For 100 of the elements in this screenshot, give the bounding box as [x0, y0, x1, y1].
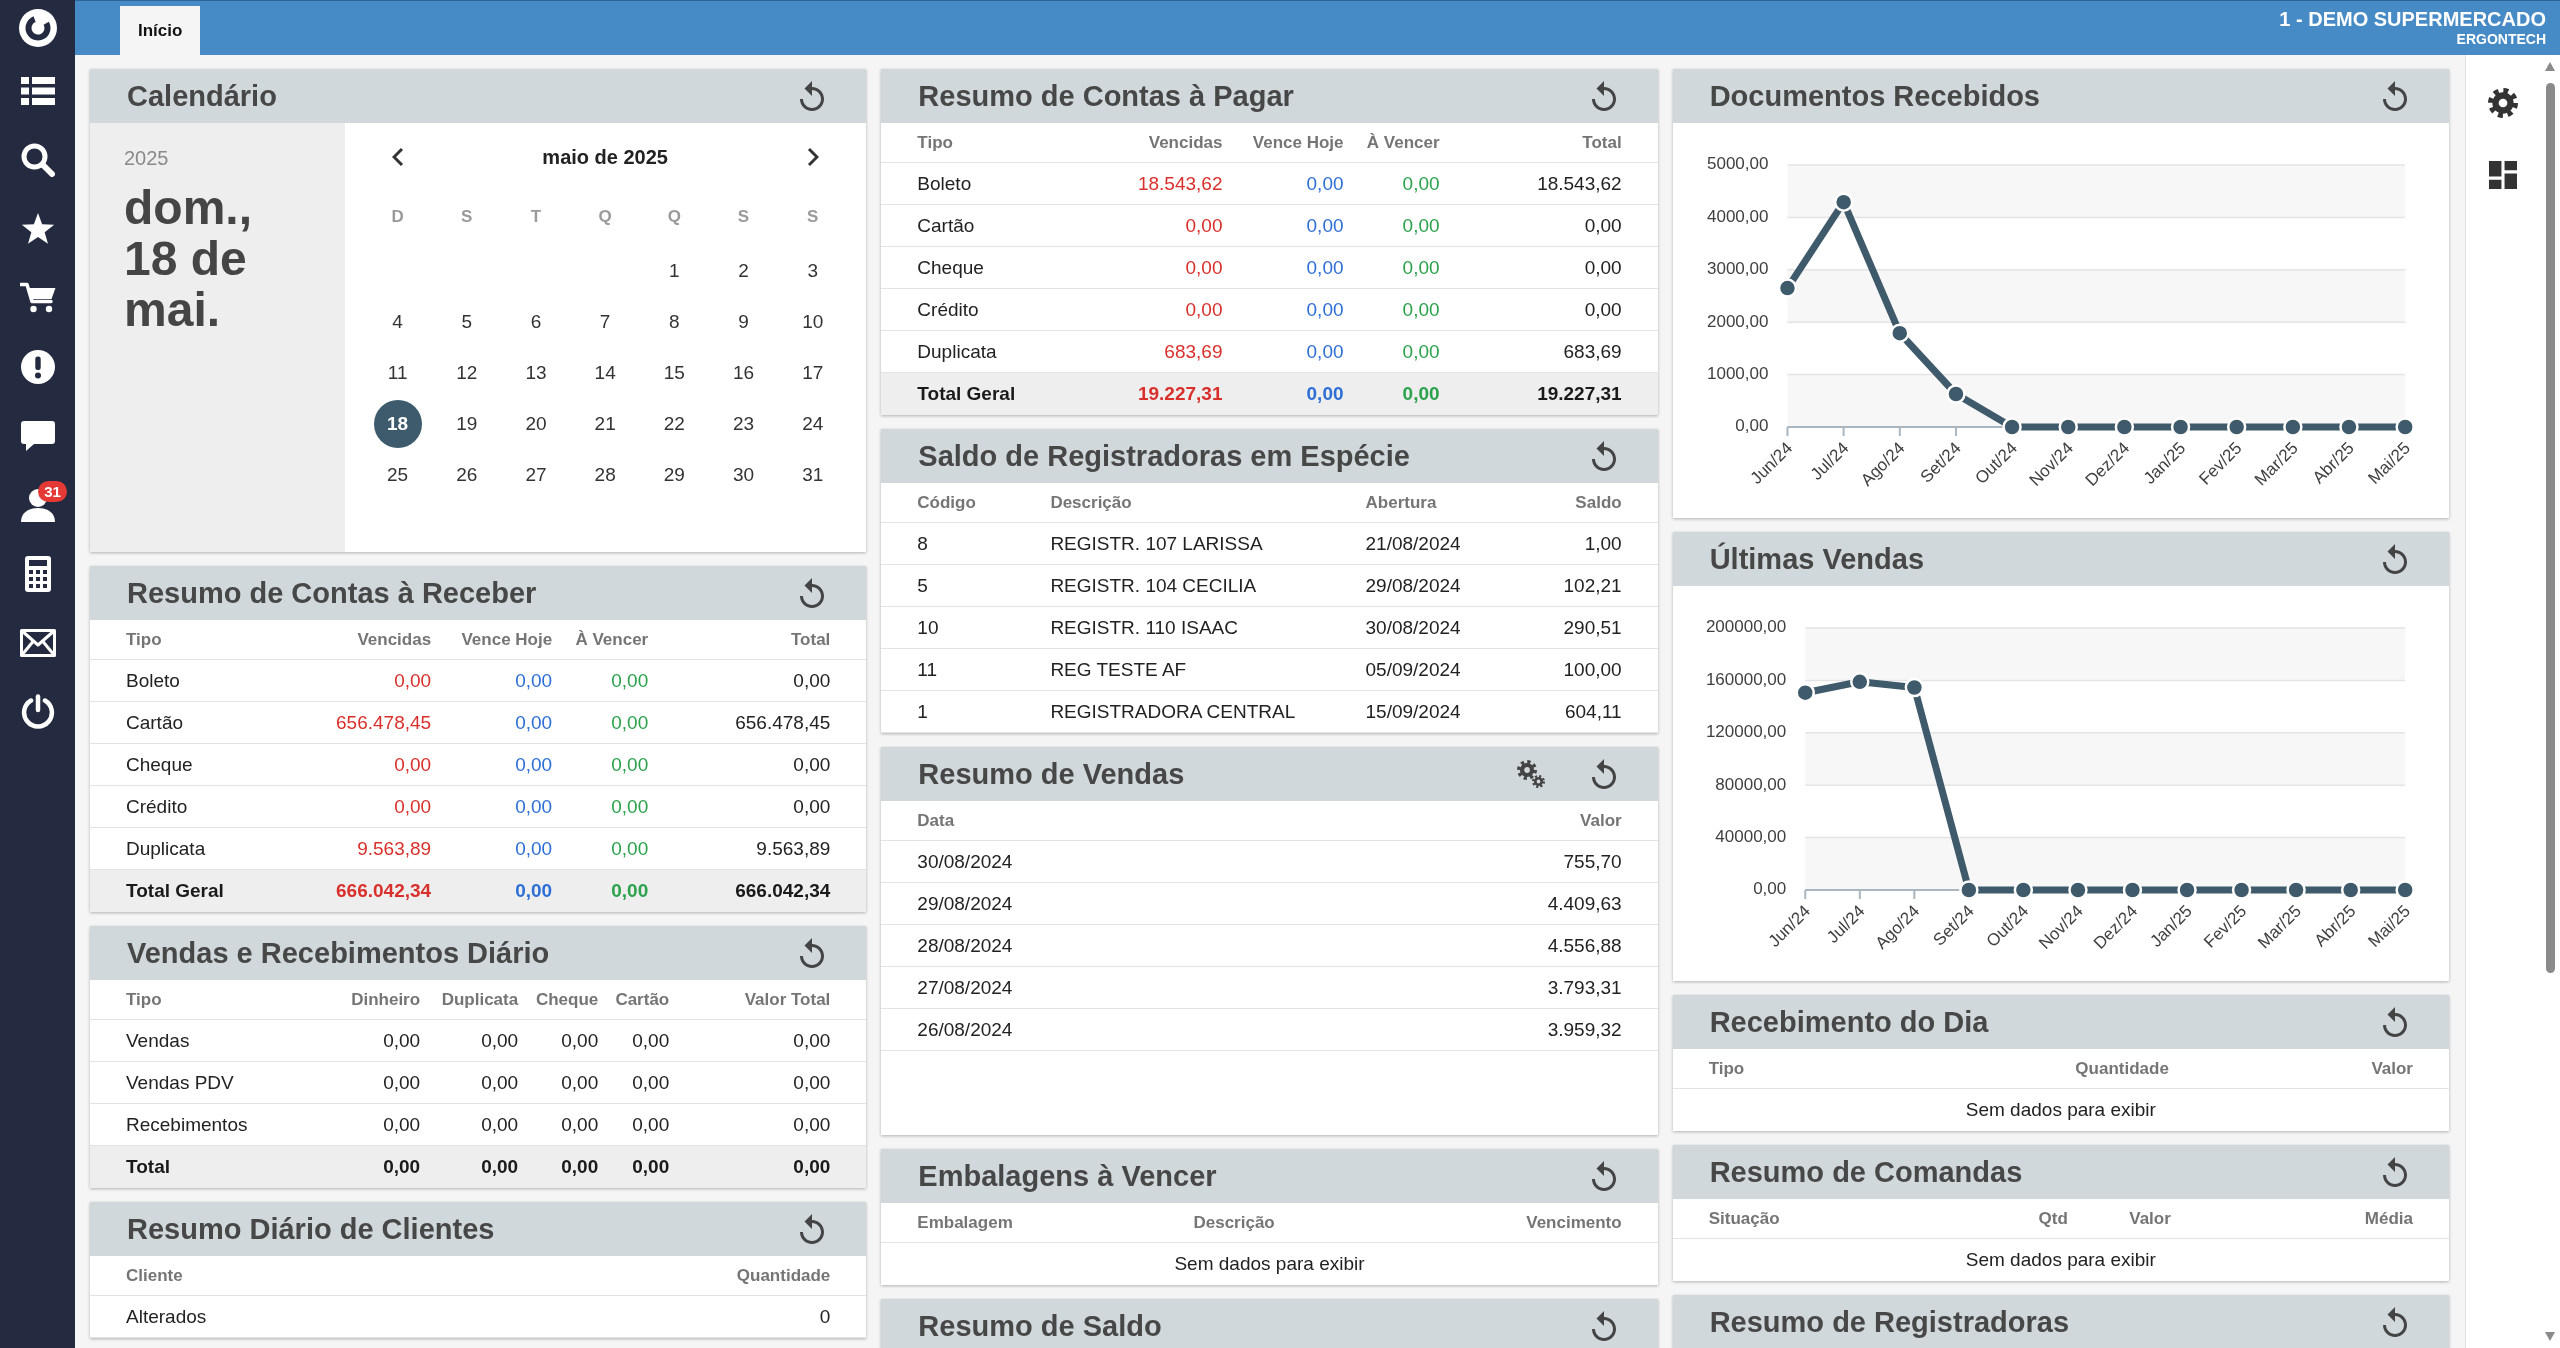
- table-cell: 0,00: [793, 669, 831, 692]
- column-header: Valor Total: [744, 989, 831, 1010]
- table-cell: 0,00: [515, 837, 553, 860]
- table-cell: 102,21: [1563, 574, 1622, 597]
- mail-icon[interactable]: [19, 628, 56, 657]
- calculator-icon[interactable]: [24, 555, 51, 592]
- calendar-day[interactable]: 10: [788, 297, 837, 346]
- calendar-day[interactable]: 25: [373, 450, 422, 499]
- table-cell: 0,00: [793, 1029, 831, 1052]
- calendar-day[interactable]: 29: [650, 450, 699, 499]
- search-icon[interactable]: [20, 142, 55, 177]
- calendar-day[interactable]: 8: [650, 297, 699, 346]
- table-cell: 0,00: [394, 669, 432, 692]
- axis-label: 0,00: [1735, 416, 1769, 436]
- table-cell: 8: [917, 532, 928, 555]
- refresh-icon[interactable]: [800, 81, 825, 111]
- table-cell: 683,69: [1563, 340, 1622, 363]
- table-cell: 18.543,62: [1137, 172, 1223, 195]
- total-cell: Total Geral: [917, 383, 1016, 405]
- calendar-day[interactable]: 20: [511, 399, 560, 448]
- calendar-day[interactable]: 11: [373, 348, 422, 397]
- refresh-icon[interactable]: [1591, 759, 1616, 789]
- refresh-icon[interactable]: [2383, 1157, 2407, 1187]
- list-icon[interactable]: [20, 76, 55, 105]
- calendar-day[interactable]: 28: [581, 450, 630, 499]
- table-cell: 0,00: [394, 753, 432, 776]
- card-title: Saldo de Registradoras em Espécie: [918, 439, 1410, 473]
- axis-label: 2000,00: [1706, 311, 1769, 331]
- chevron-left-icon[interactable]: [391, 147, 404, 167]
- calendar-day[interactable]: 3: [788, 246, 837, 295]
- calendar-day[interactable]: 22: [650, 399, 699, 448]
- axis-label: 80000,00: [1715, 774, 1786, 794]
- total-cell: 0,00: [1306, 383, 1344, 405]
- cart-icon[interactable]: [19, 282, 56, 313]
- calendar-day[interactable]: 7: [581, 297, 630, 346]
- gears-icon[interactable]: [1516, 760, 1545, 788]
- column-header: Vencidas: [357, 629, 432, 650]
- calendar-day[interactable]: 13: [511, 348, 560, 397]
- tab[interactable]: Início: [120, 6, 201, 55]
- chat-bubble-icon[interactable]: [20, 420, 55, 451]
- refresh-icon[interactable]: [800, 938, 825, 968]
- star-icon[interactable]: [20, 212, 55, 245]
- calendar-day[interactable]: 4: [373, 297, 422, 346]
- calendar-day[interactable]: 12: [442, 348, 491, 397]
- tiles-icon[interactable]: [2489, 161, 2517, 189]
- column-header: Cliente: [126, 1265, 183, 1286]
- calendar-day[interactable]: 9: [719, 297, 768, 346]
- calendar-day[interactable]: 27: [511, 450, 560, 499]
- exclamation-icon[interactable]: [20, 349, 55, 384]
- calendar-day[interactable]: 23: [719, 399, 768, 448]
- table-cell: Cartão: [126, 711, 184, 734]
- table-cell: Crédito: [126, 795, 188, 818]
- table-cell: 0,00: [632, 1113, 670, 1136]
- calendar-day[interactable]: 1: [650, 246, 699, 295]
- card-title: Resumo de Vendas: [918, 757, 1185, 791]
- card-title: Documentos Recebidos: [1709, 79, 2040, 113]
- calendar-day[interactable]: 16: [719, 348, 768, 397]
- calendar-day[interactable]: 6: [511, 297, 560, 346]
- refresh-icon[interactable]: [2383, 1307, 2407, 1337]
- column-header: Vencimento: [1526, 1212, 1622, 1233]
- refresh-icon[interactable]: [2383, 81, 2407, 111]
- calendar-day[interactable]: 17: [788, 348, 837, 397]
- settings-icon[interactable]: [2488, 88, 2518, 118]
- calendar-day[interactable]: 21: [581, 399, 630, 448]
- table-cell: 0,00: [561, 1029, 599, 1052]
- refresh-icon[interactable]: [2383, 1007, 2407, 1037]
- table-cell: 10: [917, 616, 939, 639]
- refresh-icon[interactable]: [1591, 81, 1616, 111]
- table-cell: 100,00: [1563, 658, 1622, 681]
- refresh-icon[interactable]: [1591, 1311, 1616, 1341]
- calendar-day[interactable]: 24: [788, 399, 837, 448]
- calendar-day[interactable]: 2: [719, 246, 768, 295]
- calendar-day[interactable]: 26: [442, 450, 491, 499]
- table-cell: 0,00: [383, 1113, 421, 1136]
- weekday-label: Q: [598, 207, 612, 227]
- calendar-day[interactable]: 30: [719, 450, 768, 499]
- calendar-day[interactable]: 18: [373, 399, 422, 448]
- calendar-day[interactable]: 31: [788, 450, 837, 499]
- table-cell: Alterados: [126, 1305, 207, 1328]
- refresh-icon[interactable]: [800, 1214, 825, 1244]
- refresh-icon[interactable]: [800, 578, 825, 608]
- column-header: À Vencer: [575, 629, 649, 650]
- table-cell: 0,00: [561, 1113, 599, 1136]
- logo-icon[interactable]: [18, 9, 57, 47]
- power-icon[interactable]: [20, 694, 55, 729]
- calendar-day[interactable]: 5: [442, 297, 491, 346]
- axis-label: 200000,00: [1705, 617, 1786, 637]
- column-header: Total: [1582, 132, 1622, 153]
- table-cell: 4.556,88: [1547, 934, 1622, 957]
- total-cell: 666.042,34: [336, 880, 432, 902]
- table-cell: 9.563,89: [756, 837, 831, 860]
- refresh-icon[interactable]: [1591, 441, 1616, 471]
- column-header: Tipo: [126, 989, 162, 1010]
- chevron-right-icon[interactable]: [806, 147, 819, 167]
- calendar-day[interactable]: 15: [650, 348, 699, 397]
- total-cell: 0,00: [515, 880, 553, 902]
- calendar-day[interactable]: 14: [581, 348, 630, 397]
- refresh-icon[interactable]: [2383, 544, 2407, 574]
- refresh-icon[interactable]: [1591, 1161, 1616, 1191]
- calendar-day[interactable]: 19: [442, 399, 491, 448]
